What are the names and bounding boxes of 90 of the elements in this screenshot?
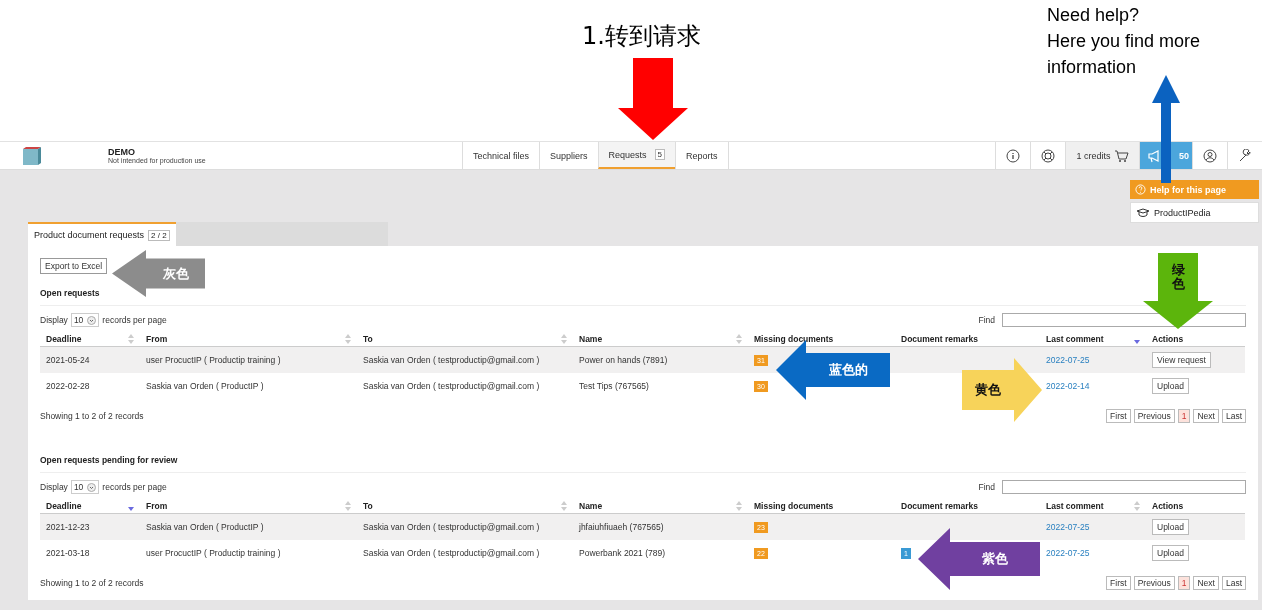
pagination-button[interactable]: First [1106, 576, 1131, 590]
table-cell: Saskia van Orden ( ProductIP ) [140, 514, 357, 540]
action-button[interactable]: View request [1152, 352, 1211, 368]
help-note-text: Need help? [1047, 4, 1141, 27]
display-label: Display [40, 482, 68, 492]
question-icon [1135, 184, 1146, 195]
table-cell: 2021-12-23 [40, 514, 140, 540]
nav-tab[interactable]: Requests 5 [597, 142, 676, 169]
table-cell: user ProcuctIP ( Productip training ) [140, 347, 357, 373]
callout-label: 黄色 [975, 381, 1001, 399]
column-header: Deadline [46, 500, 82, 511]
column-header: Document remarks [901, 333, 978, 344]
column-header: Missing documents [754, 500, 834, 511]
column-header: Missing documents [754, 333, 834, 344]
table-cell: Power on hands (7891) [573, 347, 748, 373]
column-header: Last comment [1046, 500, 1104, 511]
wrench-icon [1238, 148, 1252, 163]
table-cell-text: 2022-02-28 [45, 380, 91, 393]
per-page-label: records per page [102, 315, 167, 325]
table-cell-text: 2021-03-18 [45, 547, 91, 560]
table-cell-text: Test Tips (767565) [578, 380, 650, 393]
find-label: Find [978, 315, 995, 325]
table-cell-text: Saskia van Orden ( ProductIP ) [145, 380, 265, 393]
column-header: Actions [1152, 500, 1184, 511]
annotation-title: 1.转到请求 [582, 21, 701, 52]
pagination-button[interactable]: Last [1221, 409, 1246, 423]
dropdown-icon [87, 315, 97, 325]
page-size-select[interactable]: 10 [70, 480, 100, 494]
pagination-button[interactable]: Last [1221, 576, 1246, 590]
user-icon [1203, 148, 1217, 163]
pagination-button[interactable]: Previous [1133, 409, 1175, 423]
records-info: Showing 1 to 2 of 2 records [40, 411, 144, 421]
last-comment-link[interactable]: 2022-07-25 [1046, 355, 1090, 365]
pagination-button[interactable]: First [1106, 409, 1131, 423]
content-tab[interactable]: Product document requests 2 / 2 [28, 222, 176, 246]
find-label: Find [978, 482, 995, 492]
last-comment-link[interactable]: 2022-07-25 [1046, 522, 1090, 532]
box-logo-icon [20, 145, 42, 166]
find-field[interactable] [1002, 480, 1246, 494]
info-icon [1006, 148, 1020, 163]
pagination-button[interactable]: Previous [1133, 576, 1175, 590]
app-title: DEMO [108, 147, 136, 157]
table-cell: jhfaiuhfiuaeh (767565) [573, 514, 748, 540]
nav-tab[interactable]: Suppliers [539, 142, 598, 169]
pagination-button[interactable]: 1 [1177, 409, 1191, 423]
table-cell: Saskia van Orden ( testproductip@gmail.com ) [357, 514, 573, 540]
column-header: Name [579, 333, 603, 344]
pagination-button[interactable]: 1 [1177, 576, 1191, 590]
table-cell-text: Powerbank 2021 (789) [578, 547, 666, 560]
table-cell-text: Saskia van Orden ( testproductip@gmail.com ) [362, 547, 541, 560]
table-cell: 2021-05-24 [40, 347, 140, 373]
column-header: Name [579, 500, 603, 511]
action-button[interactable]: Upload [1152, 378, 1189, 394]
callout-label: 蓝色的 [828, 361, 868, 379]
pagination-button[interactable]: Next [1193, 409, 1219, 423]
callout-label: 紫色 [982, 550, 1008, 568]
table-cell-text: user ProcuctIP ( Productip training ) [145, 547, 282, 560]
per-page-label: records per page [102, 482, 167, 492]
callout-label: 灰色 [162, 264, 189, 283]
nav-tab[interactable]: Reports [675, 142, 729, 169]
table-cell: Saskia van Orden ( testproductip@gmail.com ) [357, 347, 573, 373]
table-cell-text: Saskia van Orden ( testproductip@gmail.com ) [362, 380, 541, 393]
dropdown-icon [87, 482, 97, 492]
column-header: Deadline [46, 333, 82, 344]
display-label: Display [40, 315, 68, 325]
section-title: Open requests pending for review [40, 455, 1246, 473]
page-size-select[interactable]: 10 [70, 313, 100, 327]
action-button[interactable]: Upload [1152, 545, 1189, 561]
column-header: From [146, 500, 168, 511]
megaphone-icon [1147, 148, 1161, 163]
graduation-cap-icon [1136, 207, 1150, 218]
help-note-text: Here you find more information [1047, 30, 1202, 79]
action-button[interactable]: Upload [1152, 519, 1189, 535]
column-header: Document remarks [901, 500, 978, 511]
find-field[interactable] [1002, 313, 1246, 327]
lifebuoy-icon [1041, 148, 1055, 163]
column-header: Last comment [1046, 333, 1104, 344]
column-header: To [363, 333, 373, 344]
column-header: Actions [1152, 333, 1184, 344]
export-button[interactable]: Export to Excel [40, 258, 108, 274]
column-header: From [146, 333, 168, 344]
column-header: To [363, 500, 373, 511]
last-comment-link[interactable]: 2022-02-14 [1046, 381, 1090, 391]
cart-icon [1113, 148, 1129, 163]
help-menu-item[interactable]: ProductIPedia [1130, 202, 1259, 223]
last-comment-link[interactable]: 2022-07-25 [1046, 548, 1090, 558]
credits-button[interactable]: 1 credits [1065, 142, 1139, 169]
records-info: Showing 1 to 2 of 2 records [40, 578, 144, 588]
pagination-button[interactable]: Next [1193, 576, 1219, 590]
nav-tab[interactable]: Technical files [462, 142, 540, 169]
